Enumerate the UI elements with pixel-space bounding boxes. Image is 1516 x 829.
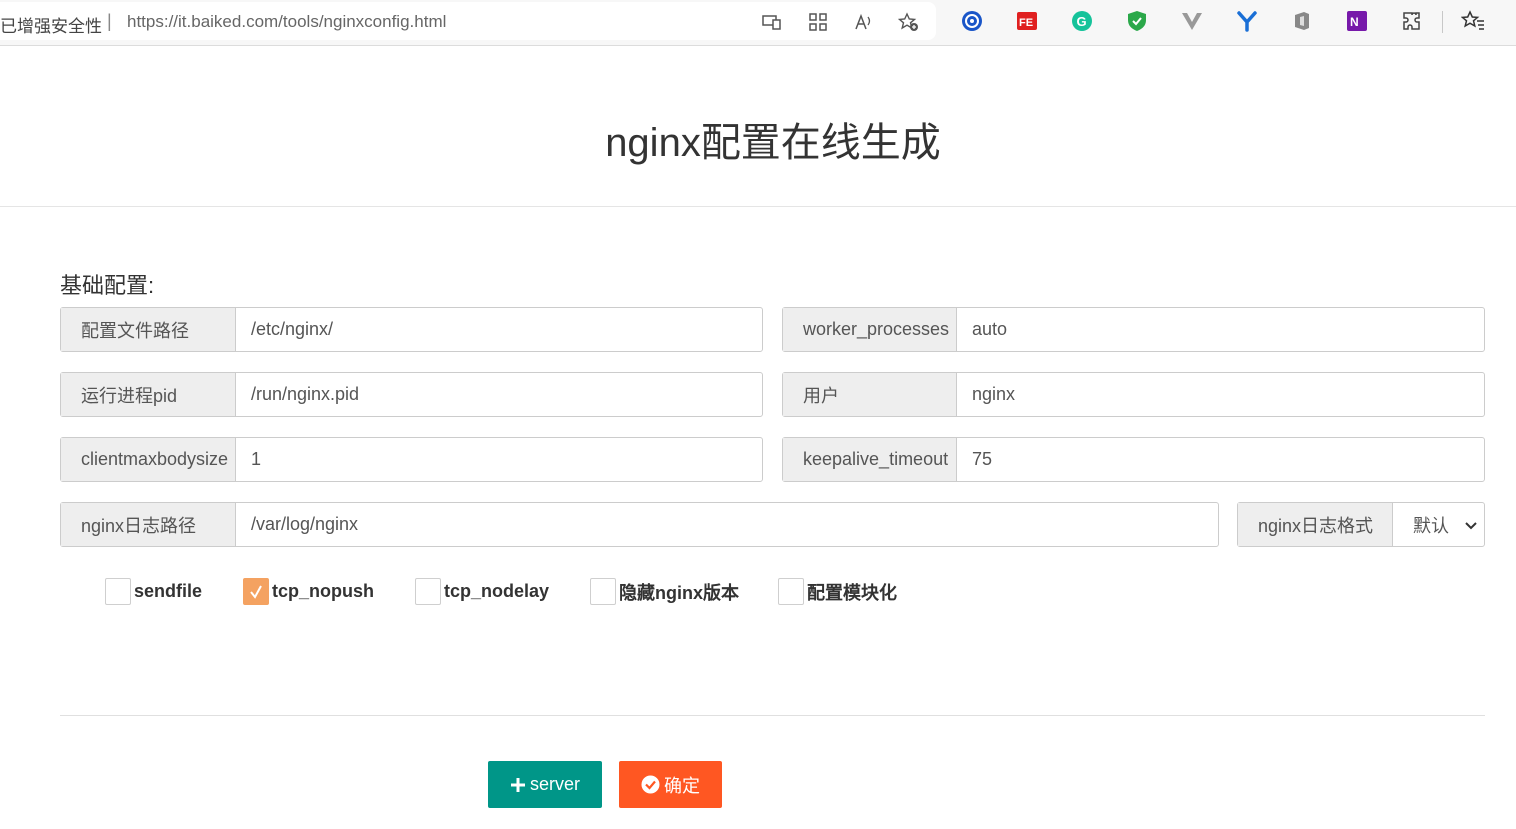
address-separator: | bbox=[107, 11, 112, 31]
pid-group: 运行进程pid /run/nginx.pid bbox=[60, 372, 763, 417]
checkbox-label: sendfile bbox=[134, 581, 203, 601]
favorites-icon[interactable] bbox=[1461, 9, 1485, 33]
confirm-label: 确定 bbox=[664, 775, 700, 796]
worker-processes-group: worker_processes auto bbox=[782, 307, 1485, 352]
checkbox-label: 隐藏nginx版本 bbox=[619, 582, 739, 603]
app-available-icon[interactable] bbox=[760, 10, 784, 34]
svg-text:G: G bbox=[1077, 14, 1087, 29]
office-icon[interactable] bbox=[1290, 9, 1314, 33]
extensions-puzzle-icon[interactable] bbox=[1400, 9, 1424, 33]
checkbox-tcp-nodelay[interactable]: tcp_nodelay bbox=[415, 578, 549, 605]
worker-processes-label: worker_processes bbox=[783, 308, 957, 351]
user-label: 用户 bbox=[783, 373, 957, 416]
check-circle-icon bbox=[641, 775, 660, 794]
log-format-label: nginx日志格式 bbox=[1238, 503, 1393, 546]
chevron-down-icon bbox=[1464, 516, 1478, 537]
extension-fe-icon[interactable]: FE bbox=[1015, 9, 1039, 33]
keepalive-timeout-group: keepalive_timeout 75 bbox=[782, 437, 1485, 482]
add-favorite-icon[interactable] bbox=[897, 10, 921, 34]
section-label-basic-config: 基础配置: bbox=[60, 273, 155, 298]
worker-processes-input[interactable]: auto bbox=[957, 308, 1484, 351]
user-group: 用户 nginx bbox=[782, 372, 1485, 417]
checkbox-box[interactable] bbox=[105, 578, 131, 605]
extension-blue-circle-icon[interactable] bbox=[960, 9, 984, 33]
footer-divider bbox=[60, 715, 1485, 716]
config-path-input[interactable]: /etc/nginx/ bbox=[236, 308, 762, 351]
checkbox-box-checked[interactable] bbox=[243, 578, 269, 605]
vue-devtools-icon[interactable] bbox=[1180, 9, 1204, 33]
clientmaxbodysize-label: clientmaxbodysize bbox=[61, 438, 236, 481]
confirm-button[interactable]: 确定 bbox=[619, 761, 722, 808]
qr-code-icon[interactable] bbox=[806, 10, 830, 34]
shield-extension-icon[interactable] bbox=[1125, 9, 1149, 33]
svg-text:FE: FE bbox=[1019, 17, 1033, 29]
checkbox-hide-nginx-version[interactable]: 隐藏nginx版本 bbox=[590, 578, 739, 605]
log-format-select[interactable]: 默认 bbox=[1393, 503, 1484, 546]
checkbox-sendfile[interactable]: sendfile bbox=[105, 578, 202, 605]
keepalive-timeout-input[interactable]: 75 bbox=[957, 438, 1484, 481]
checkbox-box[interactable] bbox=[590, 578, 616, 605]
checkbox-label: 配置模块化 bbox=[807, 582, 897, 603]
clientmaxbodysize-input[interactable]: 1 bbox=[236, 438, 762, 481]
grammarly-icon[interactable]: G bbox=[1070, 9, 1094, 33]
config-path-label: 配置文件路径 bbox=[61, 308, 236, 351]
security-indicator[interactable]: 已增强安全性 bbox=[0, 12, 102, 37]
checkmark-icon bbox=[250, 585, 262, 599]
add-server-button[interactable]: server bbox=[488, 761, 602, 808]
plus-icon bbox=[510, 777, 525, 792]
log-path-label: nginx日志路径 bbox=[61, 503, 236, 546]
keepalive-timeout-label: keepalive_timeout bbox=[783, 438, 957, 481]
log-format-group: nginx日志格式 默认 bbox=[1237, 502, 1485, 547]
checkbox-tcp-nopush[interactable]: tcp_nopush bbox=[243, 578, 374, 605]
log-path-input[interactable]: /var/log/nginx bbox=[236, 503, 1218, 546]
address-bar[interactable]: 已增强安全性 | https://it.baiked.com/tools/ngi… bbox=[0, 2, 936, 40]
svg-text:N: N bbox=[1350, 15, 1359, 29]
read-aloud-icon[interactable] bbox=[852, 10, 876, 34]
log-format-selected-value: 默认 bbox=[1413, 515, 1449, 536]
config-path-group: 配置文件路径 /etc/nginx/ bbox=[60, 307, 763, 352]
toolbar-divider bbox=[1442, 11, 1443, 33]
log-path-group: nginx日志路径 /var/log/nginx bbox=[60, 502, 1219, 547]
checkbox-modular-config[interactable]: 配置模块化 bbox=[778, 578, 897, 605]
onenote-icon[interactable]: N bbox=[1345, 9, 1369, 33]
clientmaxbodysize-group: clientmaxbodysize 1 bbox=[60, 437, 763, 482]
user-input[interactable]: nginx bbox=[957, 373, 1484, 416]
checkbox-label: tcp_nopush bbox=[272, 581, 374, 601]
checkbox-label: tcp_nodelay bbox=[444, 581, 550, 601]
pid-input[interactable]: /run/nginx.pid bbox=[236, 373, 762, 416]
checkbox-box[interactable] bbox=[415, 578, 441, 605]
browser-toolbar: 已增强安全性 | https://it.baiked.com/tools/ngi… bbox=[0, 0, 1516, 46]
url-text[interactable]: https://it.baiked.com/tools/nginxconfig.… bbox=[127, 12, 446, 32]
add-server-label: server bbox=[529, 774, 580, 794]
pid-label: 运行进程pid bbox=[61, 373, 236, 416]
checkbox-box[interactable] bbox=[778, 578, 804, 605]
header-divider bbox=[0, 206, 1516, 207]
page-title: nginx配置在线生成 bbox=[605, 121, 941, 165]
extension-y-icon[interactable] bbox=[1235, 9, 1259, 33]
